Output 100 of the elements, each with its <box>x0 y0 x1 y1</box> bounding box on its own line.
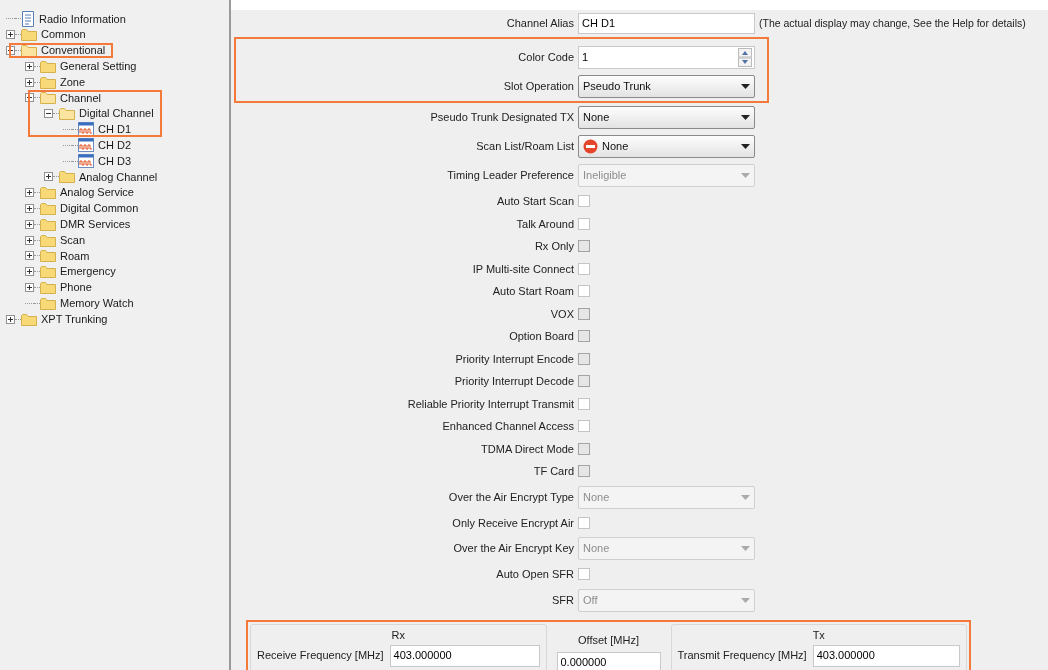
offset-field[interactable]: 0.000000 <box>556 652 661 670</box>
checkbox[interactable] <box>578 516 590 529</box>
channel-icon <box>78 138 94 153</box>
frequency-field[interactable]: 403.000000 <box>812 644 960 667</box>
spinner-arrows-icon[interactable] <box>738 47 752 67</box>
folder-icon <box>59 107 75 121</box>
folder-icon <box>40 233 56 247</box>
dropdown[interactable]: None <box>578 106 755 129</box>
tree-item[interactable]: Roam <box>60 247 90 265</box>
field-label: Timing Leader Preference <box>446 168 574 184</box>
field-label: Priority Interrupt Decode <box>453 374 574 389</box>
expand-icon[interactable] <box>25 203 34 213</box>
expand-icon[interactable] <box>6 30 15 40</box>
folder-icon <box>21 312 37 326</box>
collapse-icon[interactable] <box>44 109 53 119</box>
expand-icon[interactable] <box>25 219 34 229</box>
field-label: Receive Frequency [MHz] <box>257 648 384 664</box>
field-label: Channel Alias <box>505 16 574 32</box>
checkbox[interactable] <box>578 262 590 275</box>
stop-icon <box>583 139 598 154</box>
checkbox[interactable] <box>578 195 590 208</box>
frequency-field[interactable]: 403.000000 <box>389 644 540 667</box>
folder-icon <box>40 59 56 73</box>
group-title: Tx <box>812 627 825 641</box>
checkbox[interactable] <box>578 568 590 581</box>
tree-item[interactable]: CH D2 <box>98 137 131 154</box>
folder-icon <box>40 296 56 310</box>
expand-icon[interactable] <box>25 251 34 261</box>
checkbox[interactable] <box>578 397 590 410</box>
field-label: Scan List/Roam List <box>475 139 574 155</box>
document-icon <box>21 10 35 27</box>
tree-item[interactable]: XPT Trunking <box>41 310 108 328</box>
field-label: Slot Operation <box>502 79 574 95</box>
field-label: Priority Interrupt Encode <box>454 351 574 367</box>
tree-item[interactable]: DMR Services <box>60 216 131 233</box>
spin-field[interactable]: 1 <box>578 45 755 69</box>
group-title: Rx <box>391 627 405 641</box>
channel-icon <box>78 154 94 169</box>
caret-icon <box>741 546 750 551</box>
collapse-icon[interactable] <box>25 93 34 103</box>
folder-icon <box>40 217 56 231</box>
folder-icon <box>40 201 56 215</box>
tree-item[interactable]: Emergency <box>60 263 116 280</box>
field-label: Pseudo Trunk Designated TX <box>429 110 574 126</box>
field-label: TF Card <box>532 464 574 479</box>
alias-field[interactable]: CH D1 <box>578 13 755 34</box>
expand-icon[interactable] <box>25 235 34 245</box>
expand-icon[interactable] <box>25 77 34 87</box>
tree-item[interactable]: Digital Common <box>60 200 139 217</box>
field-label: Talk Around <box>515 216 574 232</box>
folder-icon <box>40 91 56 105</box>
tree-item[interactable]: Radio Information <box>39 10 126 28</box>
caret-icon <box>741 84 750 89</box>
folder-icon <box>40 265 56 279</box>
folder-icon <box>40 249 56 263</box>
field-label: IP Multi-site Connect <box>471 261 574 277</box>
tree-item[interactable]: Digital Channel <box>79 105 154 122</box>
tree-item[interactable]: General Setting <box>60 58 137 75</box>
tree-item[interactable]: Channel <box>60 89 101 107</box>
tree-item[interactable]: Memory Watch <box>60 295 134 312</box>
tree-item[interactable]: Analog Service <box>60 184 134 201</box>
expand-icon[interactable] <box>44 172 53 182</box>
folder-icon <box>59 170 75 184</box>
tree-item[interactable]: Analog Channel <box>79 168 158 186</box>
expand-icon[interactable] <box>6 314 15 324</box>
channel-icon <box>78 122 94 137</box>
field-label: TDMA Direct Mode <box>480 441 574 457</box>
field-label: Rx Only <box>533 239 574 254</box>
field-label: Only Receive Encrypt Air <box>451 515 574 531</box>
field-label: SFR <box>551 592 574 608</box>
dropdown[interactable]: None <box>578 135 755 158</box>
tree-item[interactable]: Scan <box>60 231 86 249</box>
expand-icon[interactable] <box>25 267 34 277</box>
checkbox[interactable] <box>578 420 590 433</box>
tree-item[interactable]: CH D1 <box>98 121 131 138</box>
folder-icon <box>40 280 56 294</box>
tree-item[interactable]: CH D3 <box>98 152 131 170</box>
expand-icon[interactable] <box>25 188 34 198</box>
field-label: Reliable Priority Interrupt Transmit <box>406 396 574 412</box>
field-label: Auto Start Roam <box>491 284 574 299</box>
field-label: Offset [MHz] <box>578 632 639 648</box>
expand-icon[interactable] <box>25 282 34 292</box>
caret-icon <box>741 115 750 120</box>
checkbox[interactable] <box>578 217 590 230</box>
field-label: Enhanced Channel Access <box>441 419 574 434</box>
field-label: Over the Air Encrypt Type <box>447 489 574 505</box>
collapse-icon[interactable] <box>6 46 15 55</box>
checkbox[interactable] <box>578 285 590 298</box>
folder-icon <box>40 186 56 200</box>
tree-item[interactable]: Common <box>41 26 86 43</box>
tree-item[interactable]: Zone <box>60 73 86 91</box>
tree-item[interactable]: Conventional <box>41 42 106 59</box>
field-label: Color Code <box>517 49 574 65</box>
tree-item[interactable]: Phone <box>60 279 92 296</box>
caret-icon <box>741 144 750 149</box>
expand-icon[interactable] <box>25 61 34 71</box>
field-label: Transmit Frequency [MHz] <box>677 648 807 664</box>
folder-icon <box>40 75 56 89</box>
dropdown[interactable]: Pseudo Trunk <box>578 75 755 98</box>
field-label: Auto Start Scan <box>495 194 574 209</box>
